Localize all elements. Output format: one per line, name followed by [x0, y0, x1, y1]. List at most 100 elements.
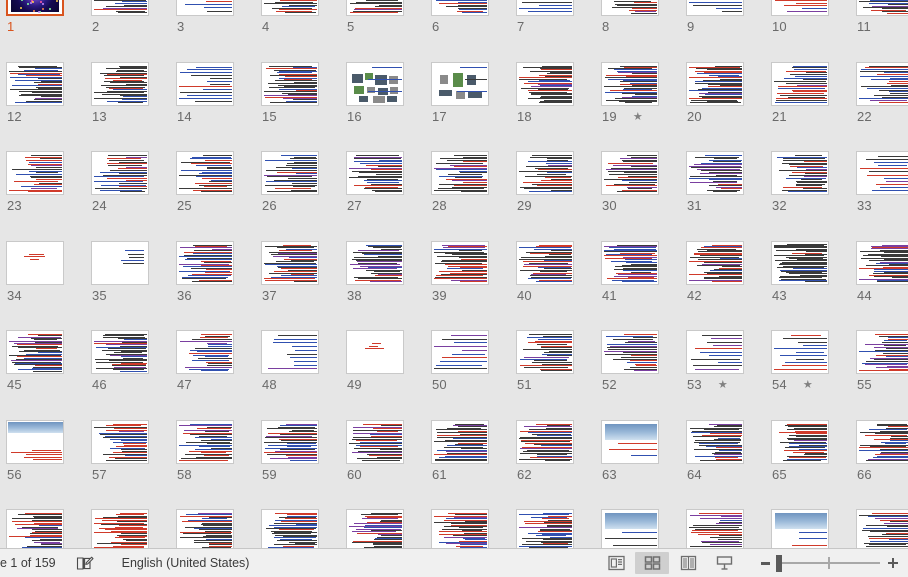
page-thumbnail-19[interactable]: 19 ★	[599, 61, 671, 151]
zoom-out-button[interactable]	[758, 556, 772, 570]
page-thumbnail-33[interactable]: 33	[854, 151, 908, 240]
page-thumbnail-38[interactable]: 38	[344, 240, 416, 330]
page-thumbnail-67[interactable]: 67	[4, 509, 76, 548]
page-thumbnail-14[interactable]: 14	[174, 61, 246, 151]
page-preview[interactable]	[176, 0, 234, 16]
page-thumbnail-22[interactable]: 22	[854, 61, 908, 151]
page-preview[interactable]	[431, 240, 489, 285]
page-preview[interactable]	[91, 419, 149, 464]
page-preview[interactable]	[91, 151, 149, 195]
page-thumbnail-27[interactable]: 27	[344, 151, 416, 240]
page-preview[interactable]	[6, 61, 64, 106]
page-preview[interactable]	[516, 509, 574, 548]
page-preview[interactable]	[601, 61, 659, 106]
page-thumbnail-52[interactable]: 52	[599, 330, 671, 419]
page-preview[interactable]	[771, 240, 829, 285]
page-preview[interactable]	[601, 509, 659, 548]
page-preview[interactable]	[686, 419, 744, 464]
page-preview[interactable]	[6, 330, 64, 374]
page-preview[interactable]	[686, 0, 744, 16]
page-preview[interactable]	[601, 0, 659, 16]
page-thumbnail-3[interactable]: 3	[174, 0, 246, 61]
page-thumbnail-39[interactable]: 39	[429, 240, 501, 330]
page-preview[interactable]	[346, 419, 404, 464]
page-thumbnail-76[interactable]: 76	[769, 509, 841, 548]
page-preview[interactable]	[516, 419, 574, 464]
page-preview[interactable]	[856, 0, 908, 16]
page-thumbnail-62[interactable]: 62	[514, 419, 586, 509]
page-thumbnail-54[interactable]: 54 ★	[769, 330, 841, 419]
zoom-in-button[interactable]	[886, 556, 900, 570]
page-thumbnail-59[interactable]: 59	[259, 419, 331, 509]
page-thumbnail-6[interactable]: 6	[429, 0, 501, 61]
page-preview[interactable]	[261, 509, 319, 548]
page-preview[interactable]	[346, 240, 404, 285]
page-thumbnail-55[interactable]: 55	[854, 330, 908, 419]
page-thumbnail-16[interactable]: 16	[344, 61, 416, 151]
page-preview[interactable]	[176, 509, 234, 548]
zoom-slider-handle[interactable]	[776, 555, 782, 572]
page-thumbnail-18[interactable]: 18	[514, 61, 586, 151]
page-preview[interactable]	[176, 151, 234, 195]
page-preview[interactable]	[686, 240, 744, 285]
view-button-print-layout[interactable]	[635, 552, 669, 574]
page-preview[interactable]	[601, 151, 659, 195]
page-preview[interactable]	[516, 330, 574, 374]
page-thumbnail-49[interactable]: 49	[344, 330, 416, 419]
page-thumbnail-64[interactable]: 64	[684, 419, 756, 509]
book-pencil-icon[interactable]	[70, 549, 100, 577]
page-preview[interactable]	[856, 419, 908, 464]
zoom-slider[interactable]	[776, 554, 880, 572]
page-thumbnail-43[interactable]: 43	[769, 240, 841, 330]
page-thumbnail-4[interactable]: 4	[259, 0, 331, 61]
page-thumbnail-2[interactable]: 2	[89, 0, 161, 61]
page-thumbnail-70[interactable]: 70	[259, 509, 331, 548]
page-preview[interactable]	[261, 0, 319, 16]
page-preview[interactable]	[516, 0, 574, 16]
page-preview[interactable]	[6, 0, 64, 16]
page-preview[interactable]	[176, 61, 234, 106]
page-preview[interactable]	[6, 240, 64, 285]
page-preview[interactable]	[516, 151, 574, 195]
page-thumbnail-37[interactable]: 37	[259, 240, 331, 330]
page-preview[interactable]	[91, 61, 149, 106]
page-preview[interactable]	[601, 419, 659, 464]
page-thumbnail-58[interactable]: 58	[174, 419, 246, 509]
page-thumbnail-26[interactable]: 26	[259, 151, 331, 240]
language-indicator[interactable]: English (United States)	[100, 549, 259, 577]
page-preview[interactable]	[771, 61, 829, 106]
page-thumbnail-42[interactable]: 42	[684, 240, 756, 330]
page-preview[interactable]	[346, 330, 404, 374]
page-preview[interactable]	[346, 0, 404, 16]
page-preview[interactable]	[856, 330, 908, 374]
page-preview[interactable]	[91, 509, 149, 548]
page-thumbnail-48[interactable]: 48	[259, 330, 331, 419]
page-thumbnail-51[interactable]: 51	[514, 330, 586, 419]
page-thumbnail-10[interactable]: 10	[769, 0, 841, 61]
page-preview[interactable]	[771, 151, 829, 195]
page-thumbnail-46[interactable]: 46	[89, 330, 161, 419]
page-thumbnail-69[interactable]: 69	[174, 509, 246, 548]
view-button-read-mode[interactable]	[599, 552, 633, 574]
page-thumbnail-61[interactable]: 61	[429, 419, 501, 509]
page-thumbnail-12[interactable]: 12	[4, 61, 76, 151]
page-thumbnail-29[interactable]: 29	[514, 151, 586, 240]
page-thumbnail-41[interactable]: 41	[599, 240, 671, 330]
page-thumbnail-72[interactable]: 72	[429, 509, 501, 548]
page-preview[interactable]	[91, 240, 149, 285]
page-thumbnail-45[interactable]: 45	[4, 330, 76, 419]
page-preview[interactable]	[6, 151, 64, 195]
page-preview[interactable]	[516, 240, 574, 285]
page-preview[interactable]	[261, 330, 319, 374]
page-thumbnail-1[interactable]: 1	[4, 0, 76, 61]
page-preview[interactable]	[856, 61, 908, 106]
page-preview[interactable]	[856, 151, 908, 195]
page-thumbnail-74[interactable]: 74	[599, 509, 671, 548]
page-thumbnail-31[interactable]: 31	[684, 151, 756, 240]
page-thumbnail-9[interactable]: 9	[684, 0, 756, 61]
page-preview[interactable]	[601, 330, 659, 374]
page-preview[interactable]	[686, 330, 744, 374]
page-preview[interactable]	[261, 61, 319, 106]
page-preview[interactable]	[431, 0, 489, 16]
page-thumbnail-15[interactable]: 15	[259, 61, 331, 151]
